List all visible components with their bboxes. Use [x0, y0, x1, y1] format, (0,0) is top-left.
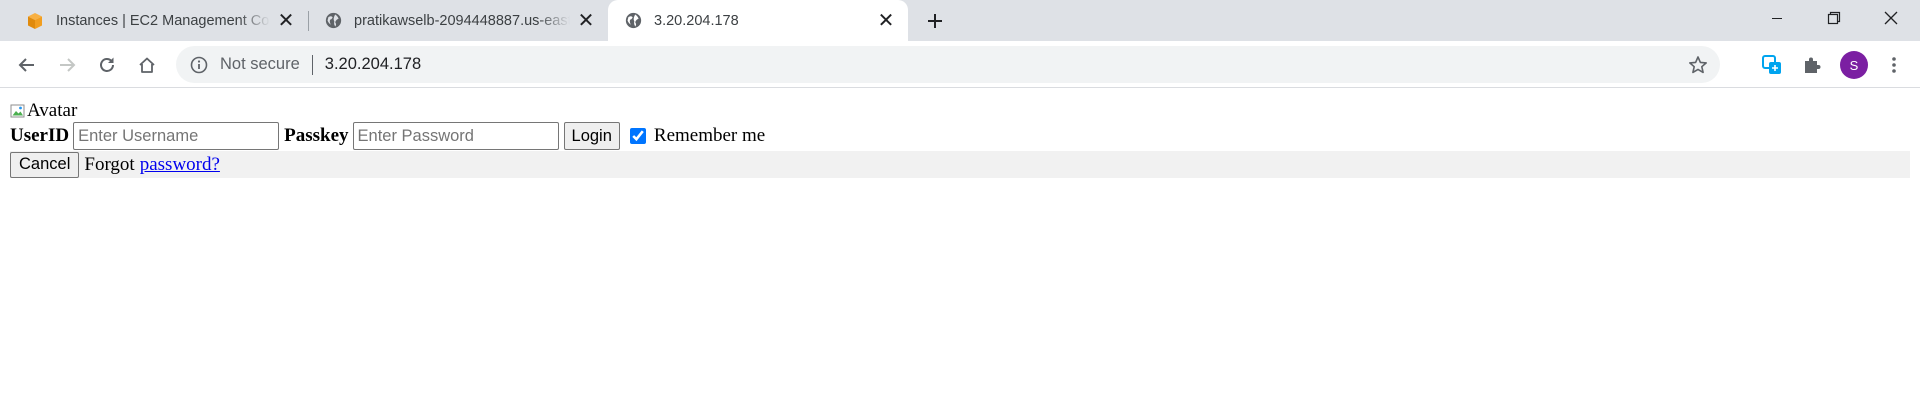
forgot-password-link[interactable]: password?: [140, 154, 220, 176]
broken-image-icon: [10, 103, 26, 119]
page-content: Avatar UserID Passkey Login Remember me …: [0, 89, 1920, 410]
profile-avatar[interactable]: S: [1840, 51, 1868, 79]
close-tab-icon[interactable]: ✕: [876, 11, 896, 31]
tab-active-ip[interactable]: 3.20.204.178 ✕: [608, 0, 908, 41]
browser-menu-button[interactable]: [1878, 49, 1910, 81]
minimize-button[interactable]: [1748, 0, 1806, 36]
login-button[interactable]: Login: [563, 122, 620, 150]
avatar-image: Avatar: [10, 100, 78, 121]
globe-icon: [324, 12, 342, 30]
extension-button[interactable]: [1756, 49, 1788, 81]
puzzle-icon: [1805, 57, 1821, 73]
home-button[interactable]: [131, 49, 163, 81]
tab-title: pratikawselb-2094448887.us-east-1.elb.am…: [354, 12, 570, 29]
url-text[interactable]: 3.20.204.178: [325, 55, 421, 74]
forward-button[interactable]: [51, 49, 83, 81]
address-bar[interactable]: Not secure 3.20.204.178: [176, 46, 1720, 83]
tab-ec2-instances[interactable]: Instances | EC2 Management Console ✕: [0, 0, 308, 41]
login-form-row: UserID Passkey Login Remember me: [10, 122, 765, 150]
cancel-button[interactable]: Cancel: [10, 151, 80, 178]
browser-toolbar: Not secure 3.20.204.178 S: [0, 41, 1920, 88]
tab-title: 3.20.204.178: [654, 12, 739, 29]
aws-cube-icon: [26, 12, 44, 30]
username-input[interactable]: [73, 122, 280, 150]
remember-me-label: Remember me: [653, 125, 766, 146]
userid-label: UserID: [10, 125, 70, 146]
cancel-container: Cancel Forgot password?: [10, 151, 1910, 178]
remember-me-checkbox[interactable]: [629, 128, 646, 144]
info-icon[interactable]: [188, 54, 210, 76]
avatar-alt-text: Avatar: [27, 100, 78, 121]
passkey-label: Passkey: [284, 125, 349, 146]
new-tab-button[interactable]: [920, 6, 950, 36]
close-window-button[interactable]: [1862, 0, 1920, 36]
restore-button[interactable]: [1805, 0, 1863, 36]
plus-icon: [928, 14, 942, 28]
globe-icon: [624, 12, 642, 30]
translate-extension-icon: [1762, 55, 1781, 74]
forgot-text: Forgot: [84, 153, 135, 175]
password-input[interactable]: [352, 122, 559, 150]
omnibox-divider: [311, 54, 313, 75]
close-tab-icon[interactable]: ✕: [576, 11, 596, 31]
kebab-menu-icon: [1892, 57, 1896, 73]
reload-button[interactable]: [91, 49, 123, 81]
tab-strip: Instances | EC2 Management Console ✕ pra…: [0, 0, 1920, 41]
security-status[interactable]: Not secure: [220, 55, 300, 74]
reload-icon: [100, 57, 114, 72]
back-arrow-icon: [18, 58, 34, 72]
tab-elb[interactable]: pratikawselb-2094448887.us-east-1.elb.am…: [308, 0, 608, 41]
minimize-icon: [1772, 18, 1782, 19]
close-icon: [1884, 11, 1898, 25]
close-tab-icon[interactable]: ✕: [276, 11, 296, 31]
restore-icon: [1827, 11, 1841, 25]
forward-arrow-icon: [60, 58, 76, 72]
bookmark-star-icon[interactable]: [1686, 53, 1710, 77]
back-button[interactable]: [11, 49, 43, 81]
tab-title: Instances | EC2 Management Console: [56, 12, 270, 29]
extensions-menu-button[interactable]: [1796, 49, 1828, 81]
home-icon: [139, 57, 155, 73]
